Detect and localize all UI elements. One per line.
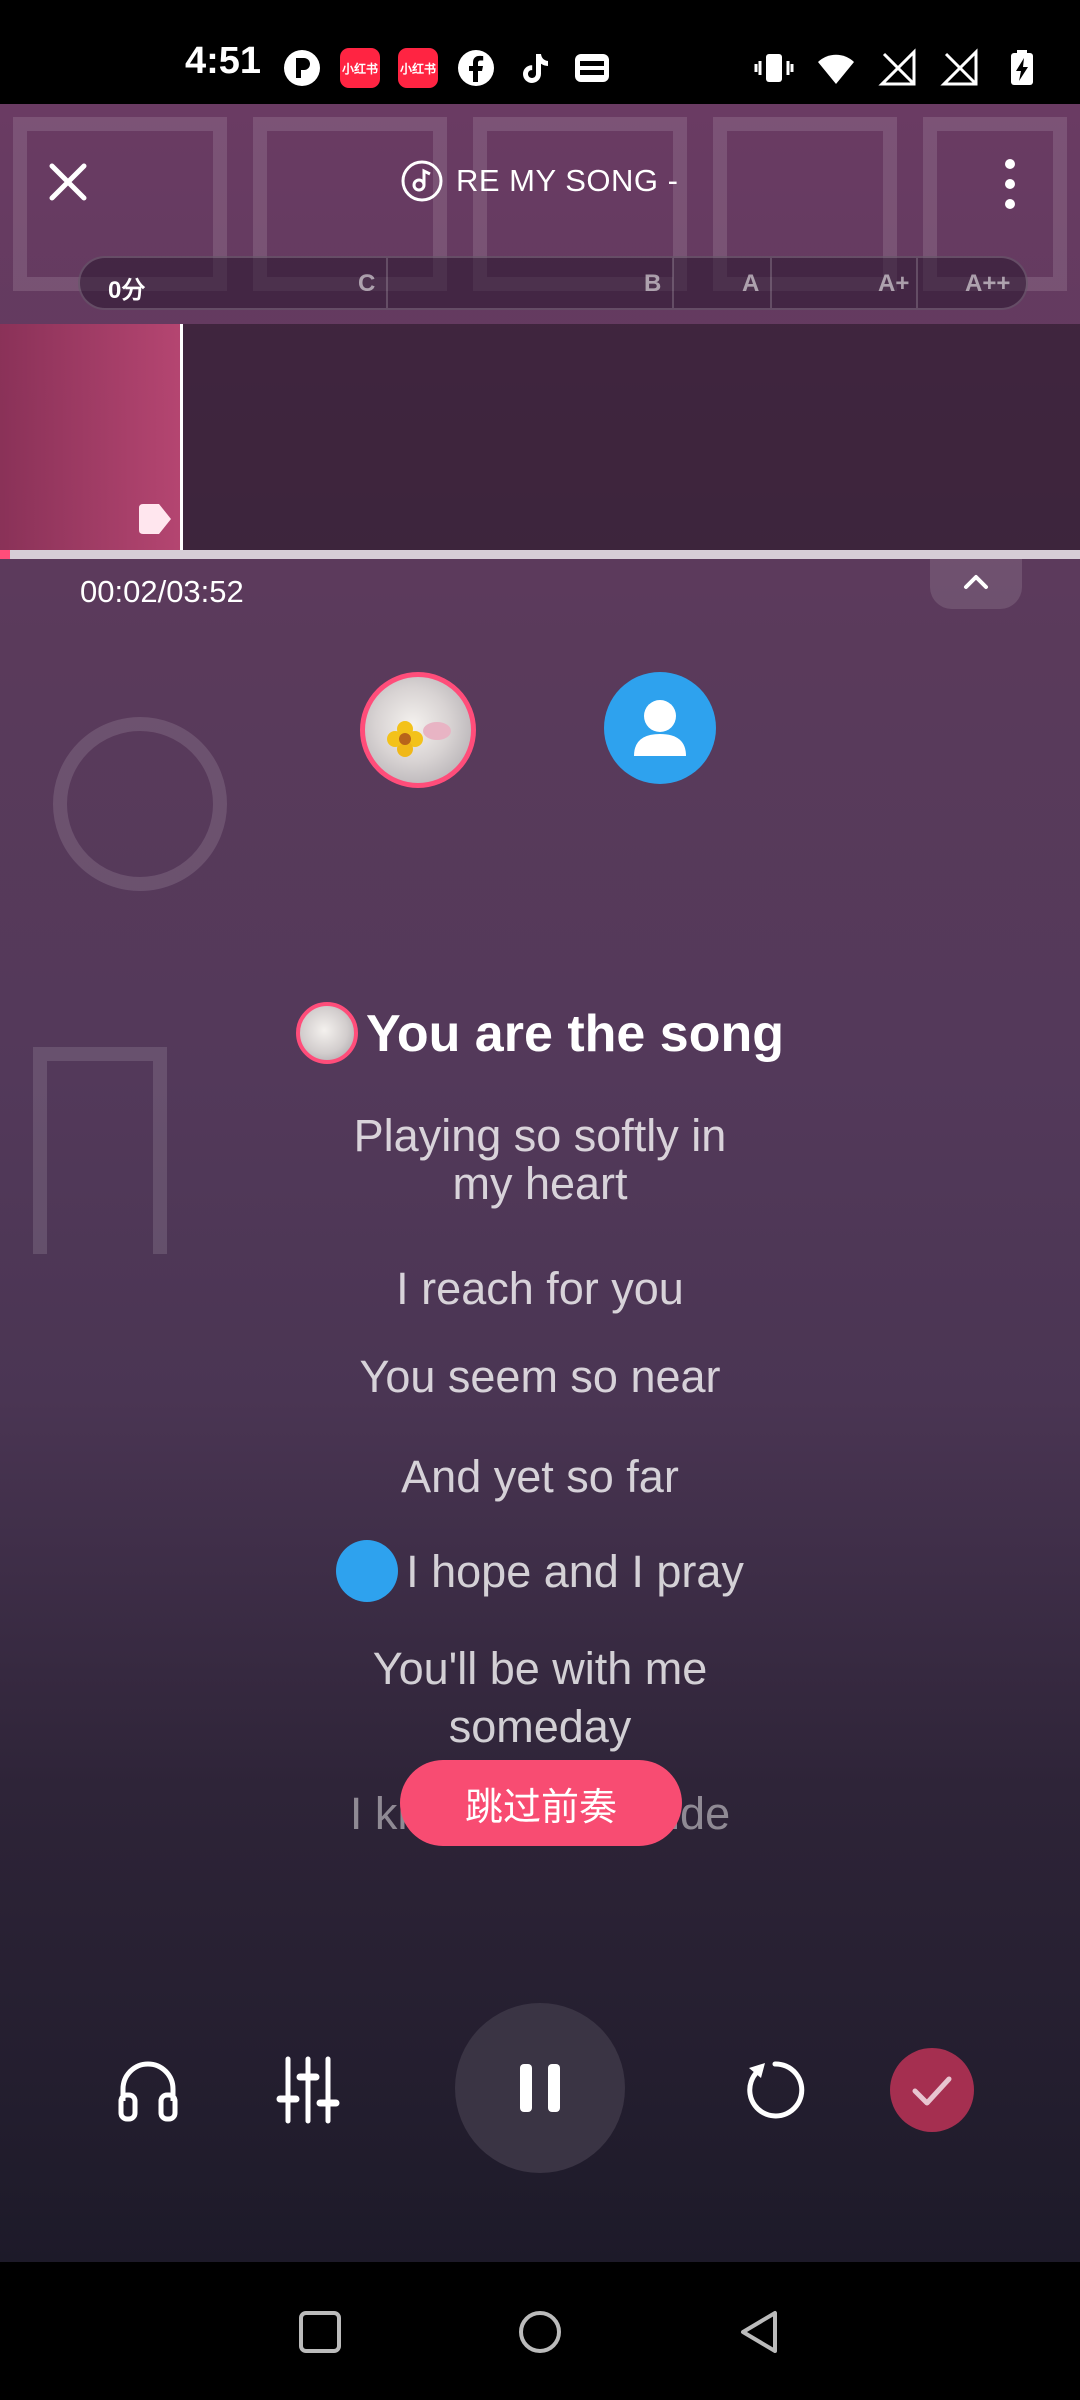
facebook-icon — [456, 48, 496, 88]
grade-label: C — [358, 270, 376, 297]
navigation-bar — [0, 2262, 1080, 2400]
flower-avatar-image — [387, 721, 451, 757]
current-score: 0分 — [108, 277, 146, 304]
playback-time: 00:02/03:52 — [80, 574, 244, 609]
battery-charging-icon — [1002, 48, 1042, 88]
mixer-button[interactable] — [268, 2050, 348, 2130]
lyric-line: You seem so near — [359, 1351, 721, 1402]
pitch-playhead — [180, 324, 183, 550]
status-time: 4:51 — [185, 40, 262, 82]
pause-icon — [520, 2064, 560, 2112]
song-title: RE MY SONG - — [400, 159, 678, 203]
grade-divider — [672, 258, 674, 308]
no-signal-icon — [940, 48, 980, 88]
p-icon — [282, 48, 322, 88]
headphones-icon — [118, 2061, 178, 2122]
xiaohongshu-icon: 小红书 — [340, 48, 380, 88]
more-vertical-icon — [1005, 159, 1015, 209]
no-signal-icon — [878, 48, 918, 88]
user-icon — [634, 700, 686, 756]
notification-icons: 小红书 小红书 — [282, 46, 612, 90]
grade-label: B — [644, 270, 662, 297]
pitch-cursor-icon — [139, 504, 171, 534]
singer-avatar-2[interactable] — [604, 672, 716, 784]
recents-icon — [299, 2311, 341, 2353]
grade-divider — [770, 258, 772, 308]
song-progress-bar[interactable] — [0, 550, 1080, 559]
lyric-line: You'll be with me someday — [372, 1643, 708, 1752]
back-button[interactable] — [730, 2302, 790, 2362]
tiktok-icon — [514, 48, 554, 88]
vibrate-icon — [754, 48, 794, 88]
close-button[interactable] — [40, 154, 96, 210]
singer-2-marker — [336, 1540, 399, 1602]
song-progress-fill — [0, 550, 10, 559]
pitch-visualizer — [0, 324, 1080, 550]
chevron-up-icon — [964, 575, 988, 589]
wallet-icon — [572, 48, 612, 88]
singer-1-marker — [296, 1002, 358, 1065]
grade-label: A++ — [965, 270, 1011, 297]
home-button[interactable] — [510, 2302, 570, 2362]
system-icons — [754, 46, 1042, 90]
grade-label: A — [742, 270, 760, 297]
status-bar: 4:51 小红书 小红书 — [0, 0, 1080, 104]
lyric-line: And yet so far — [401, 1451, 679, 1502]
singer-avatar-1[interactable] — [360, 672, 476, 788]
restart-icon — [747, 2061, 805, 2119]
headphones-button[interactable] — [108, 2050, 188, 2130]
back-icon — [741, 2311, 777, 2353]
music-disc-icon — [401, 160, 443, 202]
finish-button[interactable] — [890, 2048, 974, 2132]
wifi-icon — [816, 48, 856, 88]
grade-divider — [916, 258, 918, 308]
xiaohongshu-icon: 小红书 — [398, 48, 438, 88]
more-options-button[interactable] — [995, 154, 1025, 214]
mixer-icon — [276, 2056, 340, 2124]
karaoke-screen: RE MY SONG - 0分 C B A A+ A++ 00:02/03:52… — [0, 104, 1080, 2262]
recents-button[interactable] — [290, 2302, 350, 2362]
close-icon — [49, 163, 87, 201]
lyric-line: Playing so softly in my heart — [353, 1110, 727, 1209]
home-icon — [519, 2311, 561, 2353]
lyric-line: I reach for you — [396, 1263, 684, 1314]
skip-intro-button[interactable]: 跳过前奏 — [400, 1760, 682, 1846]
lyric-line: I hope and I pray — [0, 1540, 1080, 1606]
pause-button[interactable] — [455, 2003, 625, 2173]
check-icon — [912, 2076, 952, 2106]
lyric-line-current: You are the song — [0, 1002, 1080, 1068]
score-bar: 0分 C B A A+ A++ — [78, 256, 1028, 310]
collapse-button[interactable] — [930, 559, 1022, 609]
grade-divider — [386, 258, 388, 308]
restart-button[interactable] — [735, 2050, 815, 2130]
song-title-text: RE MY SONG - — [456, 163, 679, 198]
grade-label: A+ — [878, 270, 910, 297]
